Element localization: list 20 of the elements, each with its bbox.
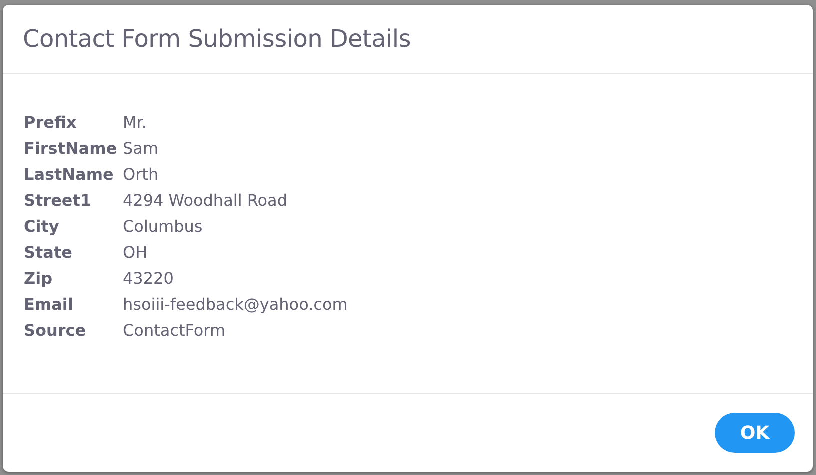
- field-label: Prefix: [24, 112, 78, 134]
- field-label: Zip: [24, 268, 54, 290]
- field-value: 4294 Woodhall Road: [123, 190, 288, 212]
- field-label: City: [24, 216, 60, 238]
- dialog-title: Contact Form Submission Details: [23, 25, 412, 53]
- field-label: FirstName: [24, 138, 118, 160]
- field-value: hsoiii-feedback@yahoo.com: [123, 294, 348, 316]
- field-value: ContactForm: [123, 320, 227, 342]
- field-value: Mr.: [123, 112, 148, 134]
- field-value: 43220: [123, 268, 175, 290]
- field-value: Sam: [123, 138, 160, 160]
- field-label: LastName: [24, 164, 115, 186]
- ok-button[interactable]: OK: [715, 413, 795, 453]
- field-label: Email: [24, 294, 74, 316]
- field-value: Columbus: [123, 216, 204, 238]
- field-label: Street1: [24, 190, 93, 212]
- field-label: State: [24, 242, 74, 264]
- field-value: Orth: [123, 164, 160, 186]
- field-label: Source: [24, 320, 88, 342]
- field-value: OH: [123, 242, 149, 264]
